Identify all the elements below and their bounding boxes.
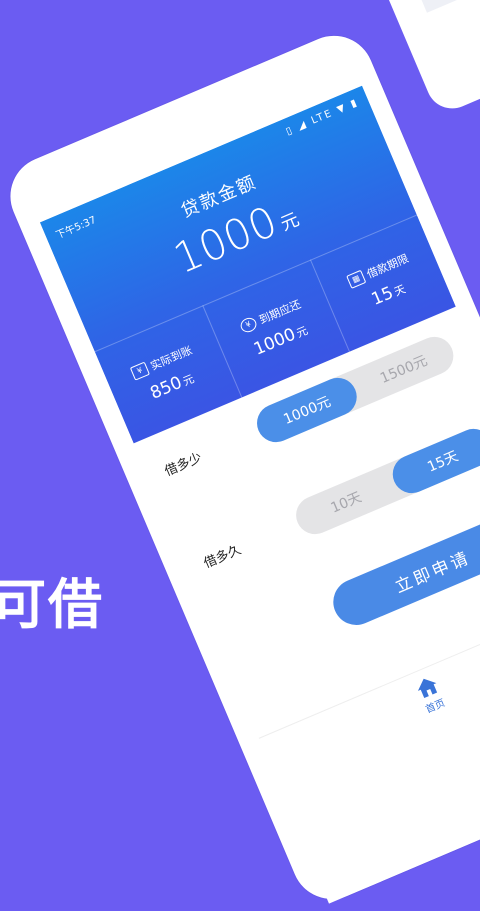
loan-amount-unit: 元	[277, 208, 303, 236]
term-option-10[interactable]: 10天	[290, 464, 402, 540]
stat-label: 借款期限	[364, 251, 411, 282]
phone-frame: 下午5:37 ▯ ◢ LTE ▼ ▮ 贷款金额 1000元 ¥ 实际到账 850元…	[0, 23, 480, 911]
phone-screen: 下午5:37 ▯ ◢ LTE ▼ ▮ 贷款金额 1000元 ¥ 实际到账 850元…	[39, 85, 480, 904]
apply-button[interactable]: 立即申请	[326, 507, 480, 633]
wallet-icon: ¥	[129, 361, 151, 381]
term-option-15[interactable]: 15天	[386, 423, 480, 500]
battery-icon: ▮	[349, 96, 361, 110]
tab-home[interactable]: 首页	[400, 668, 460, 722]
amount-select-label: 借多少	[162, 450, 205, 480]
stat-value: 1000	[250, 324, 299, 360]
secondary-phone-bar	[411, 0, 480, 13]
stat-value: 850	[147, 372, 186, 404]
calendar-icon: ▦	[346, 269, 367, 289]
term-selector: 10天 15天	[290, 423, 480, 541]
yen-clock-icon: ¥	[238, 315, 259, 335]
term-select-label: 借多久	[201, 542, 244, 572]
secondary-phone	[372, 0, 480, 117]
vibrate-icon: ▯	[284, 124, 296, 138]
signal-icon: ◢	[296, 118, 310, 133]
network-type: LTE	[309, 107, 335, 127]
promo-text: 可借	[0, 573, 104, 636]
bottom-tab-bar: 首页	[258, 601, 480, 795]
wifi-icon: ▼	[335, 101, 349, 116]
